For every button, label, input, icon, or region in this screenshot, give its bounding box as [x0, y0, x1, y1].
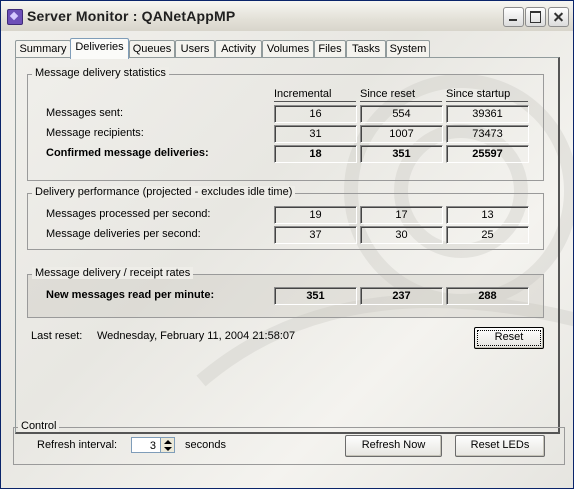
tab-files[interactable]: Files [314, 40, 346, 58]
tab-system[interactable]: System [386, 40, 430, 58]
reset-leds-button[interactable]: Reset LEDs [455, 435, 545, 457]
row-label-confirmed-deliveries: Confirmed message deliveries: [46, 147, 209, 159]
last-reset-timestamp: Wednesday, February 11, 2004 21:58:07 [97, 330, 296, 342]
title-bar[interactable]: Server Monitor : QANetAppMP [1, 1, 573, 31]
value-box: 39361 [446, 105, 529, 123]
client-area: Summary Deliveries Queues Users Activity… [1, 31, 573, 488]
value-box: 18 [274, 145, 357, 163]
value-box: 25597 [446, 145, 529, 163]
tab-volumes[interactable]: Volumes [262, 40, 314, 58]
tab-summary[interactable]: Summary [15, 40, 71, 58]
value-box: 237 [360, 287, 443, 305]
row-label-deliveries-per-second: Message deliveries per second: [46, 228, 201, 240]
refresh-interval-label: Refresh interval: [37, 439, 118, 451]
tab-deliveries[interactable]: Deliveries [70, 38, 129, 59]
window-title: Server Monitor : QANetAppMP [27, 8, 236, 24]
group-title: Control [18, 420, 60, 432]
refresh-now-button[interactable]: Refresh Now [345, 435, 442, 457]
row-label-processed-per-second: Messages processed per second: [46, 208, 211, 220]
row-label-message-recipients: Message recipients: [46, 127, 144, 139]
reset-button[interactable]: Reset [474, 327, 544, 349]
minimize-icon[interactable] [503, 7, 524, 27]
tab-tasks[interactable]: Tasks [346, 40, 386, 58]
value-box: 37 [274, 226, 357, 244]
value-box: 1007 [360, 125, 443, 143]
column-header-since-reset: Since reset [360, 88, 442, 102]
value-box: 16 [274, 105, 357, 123]
spin-down-icon[interactable] [164, 447, 172, 451]
refresh-interval-unit: seconds [185, 439, 226, 451]
spin-up-icon[interactable] [164, 440, 172, 444]
server-monitor-window: Server Monitor : QANetAppMP Summary Deli… [0, 0, 574, 489]
value-box: 554 [360, 105, 443, 123]
group-title: Message delivery statistics [32, 67, 169, 79]
group-title: Message delivery / receipt rates [32, 267, 194, 279]
value-box: 25 [446, 226, 529, 244]
value-box: 351 [360, 145, 443, 163]
refresh-interval-spinner[interactable] [161, 437, 175, 453]
tab-queues[interactable]: Queues [129, 40, 175, 58]
value-box: 351 [274, 287, 357, 305]
column-header-incremental: Incremental [274, 88, 356, 102]
column-header-since-startup: Since startup [446, 88, 528, 102]
value-box: 73473 [446, 125, 529, 143]
value-box: 288 [446, 287, 529, 305]
close-icon[interactable] [548, 7, 569, 27]
value-box: 31 [274, 125, 357, 143]
last-reset-label: Last reset: [31, 330, 83, 342]
group-title: Delivery performance (projected - exclud… [32, 186, 296, 198]
refresh-interval-input[interactable]: 3 [131, 437, 161, 453]
value-box: 17 [360, 206, 443, 224]
value-box: 19 [274, 206, 357, 224]
maximize-icon[interactable] [525, 7, 546, 27]
app-icon [7, 9, 23, 25]
value-box: 13 [446, 206, 529, 224]
tab-users[interactable]: Users [175, 40, 215, 58]
value-box: 30 [360, 226, 443, 244]
row-label-messages-sent: Messages sent: [46, 107, 124, 119]
tab-activity[interactable]: Activity [215, 40, 262, 58]
row-label-new-messages-read: New messages read per minute: [46, 289, 215, 301]
